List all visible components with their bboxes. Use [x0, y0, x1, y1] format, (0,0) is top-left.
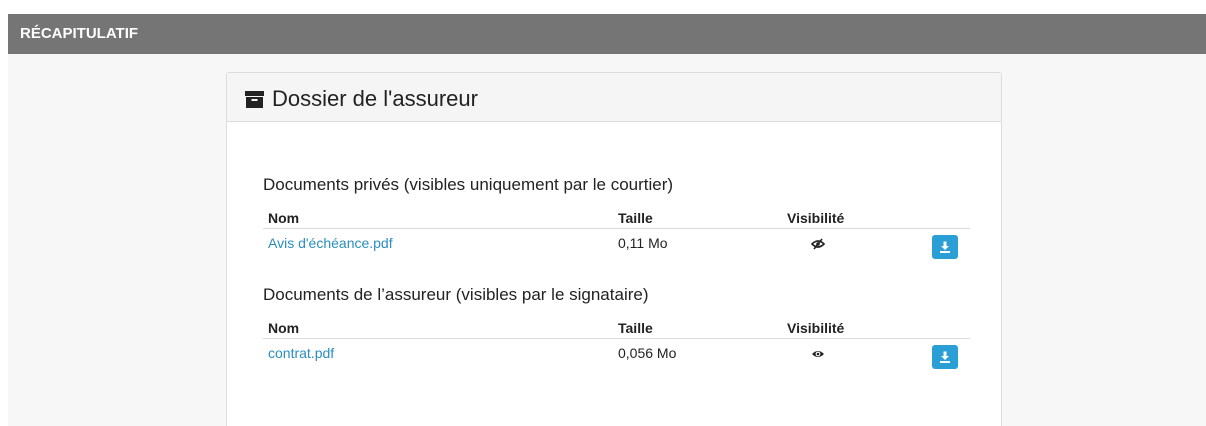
column-header-size: Taille: [618, 210, 653, 226]
document-link[interactable]: Avis d'échéance.pdf: [268, 235, 393, 251]
private-documents-table: Nom Taille Visibilité Avis d'échéance.pd…: [263, 205, 970, 261]
panel-heading: Dossier de l'assureur: [227, 73, 1001, 122]
eye-slash-icon: [810, 237, 826, 250]
insurer-documents-table: Nom Taille Visibilité contrat.pdf 0,056 …: [263, 315, 970, 371]
document-size: 0,056 Mo: [618, 345, 677, 361]
column-header-name: Nom: [268, 320, 300, 336]
download-icon: [940, 241, 950, 253]
download-button[interactable]: [932, 345, 958, 369]
header-bar: RÉCAPITULATIF: [8, 14, 1206, 54]
section-title-private: Documents privés (visibles uniquement pa…: [263, 175, 674, 194]
document-link[interactable]: contrat.pdf: [268, 345, 334, 361]
document-size: 0,11 Mo: [618, 235, 668, 251]
header-title: RÉCAPITULATIF: [20, 25, 139, 42]
table-row: Avis d'échéance.pdf 0,11 Mo: [263, 229, 970, 261]
column-header-visibility: Visibilité: [787, 210, 845, 226]
panel-title-text: Dossier de l'assureur: [272, 86, 478, 111]
table-row: contrat.pdf 0,056 Mo: [263, 339, 970, 371]
column-header-name: Nom: [268, 210, 300, 226]
eye-icon: [811, 347, 825, 359]
panel-title: Dossier de l'assureur: [245, 86, 478, 112]
archive-icon: [245, 90, 264, 108]
section-title-insurer: Documents de l’assureur (visibles par le…: [263, 285, 649, 304]
column-header-size: Taille: [618, 320, 653, 336]
insurer-dossier-panel: Dossier de l'assureur Documents privés (…: [226, 72, 1002, 426]
table-header: Nom Taille Visibilité: [263, 315, 970, 339]
download-icon: [940, 351, 950, 363]
column-header-visibility: Visibilité: [787, 320, 845, 336]
recap-container: RÉCAPITULATIF Dossier de l'assureur Docu…: [8, 14, 1206, 426]
table-header: Nom Taille Visibilité: [263, 205, 970, 229]
download-button[interactable]: [932, 235, 958, 259]
